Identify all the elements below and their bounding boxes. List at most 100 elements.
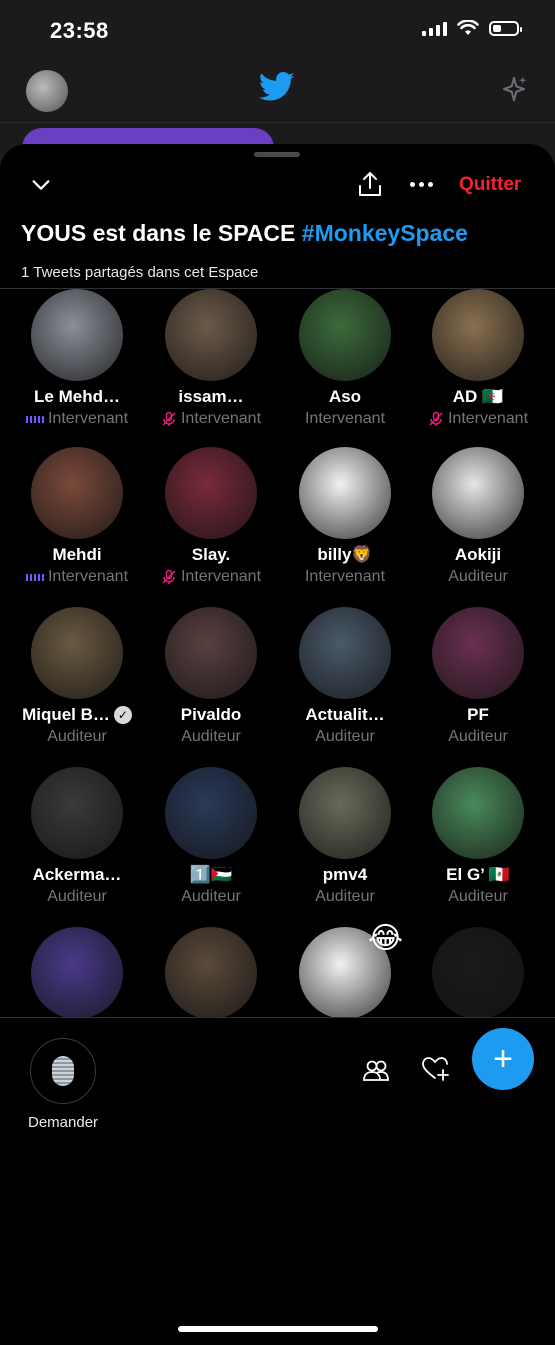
twitter-bird-icon [259, 72, 295, 101]
participant-role-text: Intervenant [447, 410, 529, 427]
participant-card[interactable]: 1️⃣🇵🇸 Auditeur [142, 767, 280, 906]
share-icon[interactable] [356, 170, 384, 198]
participant-avatar[interactable] [299, 447, 391, 539]
participant-card[interactable] [8, 927, 146, 1017]
participant-name: Mehdi [8, 545, 146, 565]
participant-card[interactable]: 😂 [276, 922, 414, 1017]
participant-card[interactable]: Actualit… Auditeur [276, 607, 414, 746]
participant-avatar[interactable] [31, 767, 123, 859]
participant-role: Auditeur [142, 728, 280, 746]
participant-name-text: issam… [178, 387, 244, 406]
sheet-toolbar: Quitter [0, 170, 555, 210]
participant-name-text: Pivaldo [180, 705, 242, 724]
verified-badge-icon: ✓ [113, 706, 132, 724]
participant-name: Aso [276, 387, 414, 407]
participant-card[interactable] [409, 927, 547, 1017]
participant-role-text: Auditeur [47, 888, 107, 905]
participant-name-text: Slay. [191, 545, 231, 564]
participant-role: Auditeur [142, 888, 280, 906]
participant-avatar[interactable]: 😂 [299, 922, 403, 1017]
participant-avatar[interactable] [31, 607, 123, 699]
request-mic-button[interactable] [30, 1038, 96, 1104]
participant-card[interactable]: Mehdi Intervenant [8, 447, 146, 586]
speaking-indicator-icon [25, 572, 44, 582]
participant-name: Le Mehd… [8, 387, 146, 407]
participant-role-text: Intervenant [304, 568, 386, 585]
participant-card[interactable]: Le Mehd… Intervenant [8, 289, 146, 428]
participant-avatar[interactable] [31, 927, 123, 1017]
participant-card[interactable]: issam… Intervenant [142, 289, 280, 428]
sparkle-icon[interactable] [499, 74, 529, 104]
space-title-text: YOUS est dans le SPACE [21, 220, 296, 246]
participant-avatar[interactable] [165, 447, 257, 539]
participant-card[interactable] [142, 927, 280, 1017]
participant-name: Ackerma… [8, 865, 146, 885]
speaking-indicator-icon [25, 414, 44, 424]
participant-avatar[interactable] [432, 767, 524, 859]
request-label[interactable]: Demander [28, 1114, 98, 1131]
mic-muted-icon [162, 569, 176, 584]
bottom-bar: Demander + [0, 1017, 555, 1345]
participant-name-text: Actualit… [305, 705, 385, 724]
chevron-down-icon[interactable] [30, 174, 52, 196]
status-bar: 23:58 [0, 0, 555, 62]
compose-button[interactable]: + [472, 1028, 534, 1090]
participants-grid: Le Mehd… Intervenant issam… Intervenant Aso I… [0, 289, 555, 1017]
sheet-grabber[interactable] [254, 152, 300, 157]
participant-name-text: 1️⃣🇵🇸 [189, 865, 233, 884]
shared-tweets-link[interactable]: 1 Tweets partagés dans cet Espace [21, 264, 258, 281]
participant-role: Auditeur [276, 888, 414, 906]
status-icons [422, 20, 522, 36]
participant-role: Auditeur [8, 728, 146, 746]
participant-avatar[interactable] [299, 289, 391, 381]
battery-icon [489, 20, 522, 36]
participant-avatar[interactable] [432, 927, 524, 1017]
participant-avatar[interactable] [299, 607, 391, 699]
participant-name: Slay. [142, 545, 280, 565]
participant-role: Intervenant [8, 410, 146, 428]
participant-name-text: Le Mehd… [34, 387, 120, 406]
participant-card[interactable]: pmv4 Auditeur [276, 767, 414, 906]
participant-role: Auditeur [409, 568, 547, 586]
participant-name: El G’ 🇲🇽 [409, 865, 547, 885]
space-sheet: Quitter YOUS est dans le SPACE #MonkeySp… [0, 144, 555, 1345]
participant-avatar[interactable] [31, 289, 123, 381]
home-indicator [178, 1326, 378, 1332]
participant-role-text: Auditeur [181, 888, 241, 905]
participant-card[interactable]: Pivaldo Auditeur [142, 607, 280, 746]
participant-avatar[interactable] [165, 607, 257, 699]
participant-card[interactable]: AD 🇩🇿 Intervenant [409, 289, 547, 428]
participant-card[interactable]: Aokiji Auditeur [409, 447, 547, 586]
space-hashtag[interactable]: #MonkeySpace [302, 220, 468, 246]
more-icon[interactable] [410, 182, 433, 187]
people-icon[interactable] [362, 1058, 390, 1082]
participant-name: billy🦁 [276, 545, 414, 565]
participant-avatar[interactable] [165, 289, 257, 381]
participant-role: Auditeur [409, 888, 547, 906]
participant-name: 1️⃣🇵🇸 [142, 865, 280, 885]
quit-button[interactable]: Quitter [459, 174, 521, 196]
participant-card[interactable]: El G’ 🇲🇽 Auditeur [409, 767, 547, 906]
participant-card[interactable]: Aso Intervenant [276, 289, 414, 428]
participant-card[interactable]: Slay. Intervenant [142, 447, 280, 586]
status-time: 23:58 [50, 18, 109, 43]
participant-card[interactable]: Ackerma… Auditeur [8, 767, 146, 906]
participant-avatar[interactable] [165, 767, 257, 859]
participant-card[interactable]: Miquel B… ✓ Auditeur [8, 607, 146, 746]
participant-role-text: Intervenant [180, 568, 262, 585]
microphone-icon [52, 1056, 74, 1086]
participant-avatar[interactable] [432, 289, 524, 381]
participant-avatar[interactable] [299, 767, 391, 859]
cellular-signal-icon [422, 20, 447, 36]
participant-avatar[interactable] [432, 447, 524, 539]
profile-avatar[interactable] [26, 70, 68, 112]
participant-card[interactable]: billy🦁 Intervenant [276, 447, 414, 586]
participant-avatar[interactable] [165, 927, 257, 1017]
participant-role-text: Intervenant [304, 410, 386, 427]
heart-plus-icon[interactable] [421, 1056, 449, 1082]
participant-role-text: Auditeur [315, 888, 375, 905]
participant-avatar[interactable] [31, 447, 123, 539]
participant-card[interactable]: PF Auditeur [409, 607, 547, 746]
participant-name: Miquel B… ✓ [8, 705, 146, 725]
participant-avatar[interactable] [432, 607, 524, 699]
